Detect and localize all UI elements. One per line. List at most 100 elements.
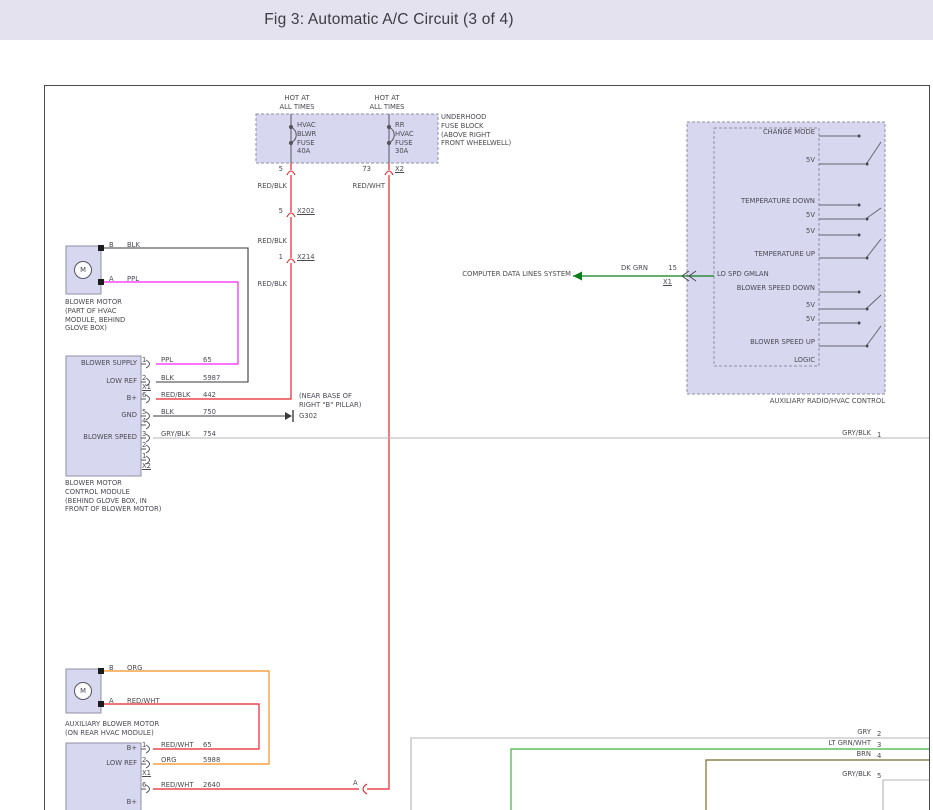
- ground-id-g302: G302: [299, 412, 317, 421]
- edge-pin-3: 3: [877, 741, 881, 750]
- bmcm-pin-6: 6: [142, 391, 146, 400]
- rear-pin-6: 6: [142, 781, 146, 790]
- radio-5v-2: 5V: [645, 211, 815, 220]
- ground-location-note: (NEAR BASE OF RIGHT "B" PILLAR): [299, 392, 361, 410]
- radio-blower-speed-up: BLOWER SPEED UP: [645, 338, 815, 347]
- edge-pin-4: 4: [877, 752, 881, 761]
- radio-5v-4: 5V: [645, 301, 815, 310]
- ckt-754: 754: [203, 430, 216, 439]
- motor-m-letter: M: [77, 266, 89, 275]
- aux-blower-motor-caption: AUXILIARY BLOWER MOTOR (ON REAR HVAC MOD…: [65, 720, 159, 738]
- fuse-pin-73: 73: [359, 165, 371, 174]
- edge-pin-5: 5: [877, 772, 881, 781]
- rear-ckt-65: 65: [203, 741, 212, 750]
- rear-ckt-2640: 2640: [203, 781, 220, 790]
- ground-arrowhead: [285, 412, 292, 420]
- bmcm-pin-1: 1: [142, 356, 146, 365]
- connector-x2-label: X2: [395, 165, 404, 174]
- redblk-label-2: RED/BLK: [241, 237, 287, 246]
- terminal-a: [98, 279, 104, 285]
- wire-redblk: RED/BLK: [161, 391, 190, 400]
- motor-terminal-a-label: A: [109, 275, 114, 284]
- fuse-dot: [387, 141, 390, 144]
- radio-blower-speed-down: BLOWER SPEED DOWN: [645, 284, 815, 293]
- rear-wire-redwht-65: RED/WHT: [161, 741, 194, 750]
- radio-logic-label: LOGIC: [745, 356, 815, 365]
- motor-terminal-b-label: B: [109, 241, 114, 250]
- x214-pin-1: 1: [271, 253, 283, 262]
- rear-pin-1: 1: [142, 741, 146, 750]
- underhood-fuse-block-note: UNDERHOOD FUSE BLOCK (ABOVE RIGHT FRONT …: [441, 113, 511, 148]
- bmcm-pin-sockets: [146, 360, 150, 464]
- aux-wire-org-label: ORG: [127, 664, 142, 673]
- connector-x214-label: X214: [297, 253, 315, 262]
- wire-dkgrn-label: DK GRN: [621, 264, 648, 273]
- radio-change-mode: CHANGE MODE: [645, 128, 815, 137]
- aux-terminal-b: [98, 668, 104, 674]
- radio-temperature-down: TEMPERATURE DOWN: [645, 197, 815, 206]
- bmcm-pin-2: 2: [142, 374, 146, 383]
- rear-conn-a-label: A: [353, 779, 358, 788]
- x202-pin-5: 5: [271, 207, 283, 216]
- aux-terminal-a-label: A: [109, 697, 114, 706]
- connector-x202-label: X202: [297, 207, 315, 216]
- rear-bplus-2: B+: [69, 798, 137, 807]
- fuse-dot: [289, 141, 292, 144]
- aux-motor-m-letter: M: [77, 687, 89, 696]
- fuse-dot: [387, 125, 390, 128]
- motor-wire-ppl-label: PPL: [127, 275, 139, 284]
- ckt-750: 750: [203, 408, 216, 417]
- gryblk-rear-wire: [883, 780, 929, 810]
- bmcm-pin-2b: 2: [142, 441, 146, 450]
- bmcm-bplus: B+: [69, 394, 137, 403]
- radio-lo-spd-gmlan: LO SPD GMLAN: [717, 270, 769, 279]
- redblk-label-1: RED/BLK: [241, 182, 287, 191]
- bmcm-pin-1b: 1: [142, 452, 146, 461]
- edge-wire-brn: BRN: [815, 750, 871, 759]
- motor-wire-blk-label: BLK: [127, 241, 140, 250]
- bmcm-pin-5: 5: [142, 408, 146, 417]
- bmcm-blower-speed: BLOWER SPEED: [69, 433, 137, 442]
- rear-ckt-5988: 5988: [203, 756, 220, 765]
- redblk-label-3: RED/BLK: [241, 280, 287, 289]
- figure-title-bar: Fig 3: Automatic A/C Circuit (3 of 4): [0, 0, 933, 40]
- radio-temperature-up: TEMPERATURE UP: [645, 250, 815, 259]
- edge-wire-gryblk-1: GRY/BLK: [815, 429, 871, 438]
- ckt-442: 442: [203, 391, 216, 400]
- figure-title: Fig 3: Automatic A/C Circuit (3 of 4): [264, 11, 513, 29]
- rear-pin-2: 2: [142, 756, 146, 765]
- wire-blk-750: BLK: [161, 408, 174, 417]
- data-wire-arrowhead: [573, 272, 582, 281]
- bmcm-caption: BLOWER MOTOR CONTROL MODULE (BEHIND GLOV…: [65, 479, 161, 514]
- hvac-blwr-fuse-label: HVAC BLWR FUSE 40A: [297, 121, 316, 156]
- rear-low-ref: LOW REF: [69, 759, 137, 768]
- hot-at-all-times-left: HOT AT ALL TIMES: [273, 94, 321, 112]
- edge-wire-gryblk-5: GRY/BLK: [815, 770, 871, 779]
- bmcm-blower-supply: BLOWER SUPPLY: [69, 359, 137, 368]
- wire-ppl: PPL: [161, 356, 173, 365]
- bmcm-low-ref: LOW REF: [69, 377, 137, 386]
- wire-gryblk: GRY/BLK: [161, 430, 190, 439]
- blower-motor-caption: BLOWER MOTOR (PART OF HVAC MODULE, BEHIN…: [65, 298, 125, 333]
- fuse-pin-5: 5: [271, 165, 283, 174]
- radio-5v-3: 5V: [645, 227, 815, 236]
- terminal-b: [98, 245, 104, 251]
- fuse-dot: [289, 125, 292, 128]
- edge-pin-2: 2: [877, 730, 881, 739]
- radio-5v-1: 5V: [645, 156, 815, 165]
- edge-wire-gry: GRY: [815, 728, 871, 737]
- bmcm-pin-3: 3: [142, 430, 146, 439]
- bmcm-gnd: GND: [69, 411, 137, 420]
- page: { "title": "Fig 3: Automatic A/C Circuit…: [0, 0, 933, 809]
- rr-hvac-fuse-label: RR HVAC FUSE 30A: [395, 121, 414, 156]
- rear-wire-org: ORG: [161, 756, 176, 765]
- edge-wire-ltgrnwht: LT GRN/WHT: [801, 739, 871, 748]
- bmcm-pin-4: 4: [142, 417, 146, 426]
- ckt-5987: 5987: [203, 374, 220, 383]
- radio-pin-15: 15: [663, 264, 677, 273]
- radio-5v-5: 5V: [645, 315, 815, 324]
- redwht-label: RED/WHT: [339, 182, 385, 191]
- edge-pin-1: 1: [877, 431, 881, 440]
- aux-terminal-a: [98, 701, 104, 707]
- aux-radio-control-caption: AUXILIARY RADIO/HVAC CONTROL: [685, 397, 885, 406]
